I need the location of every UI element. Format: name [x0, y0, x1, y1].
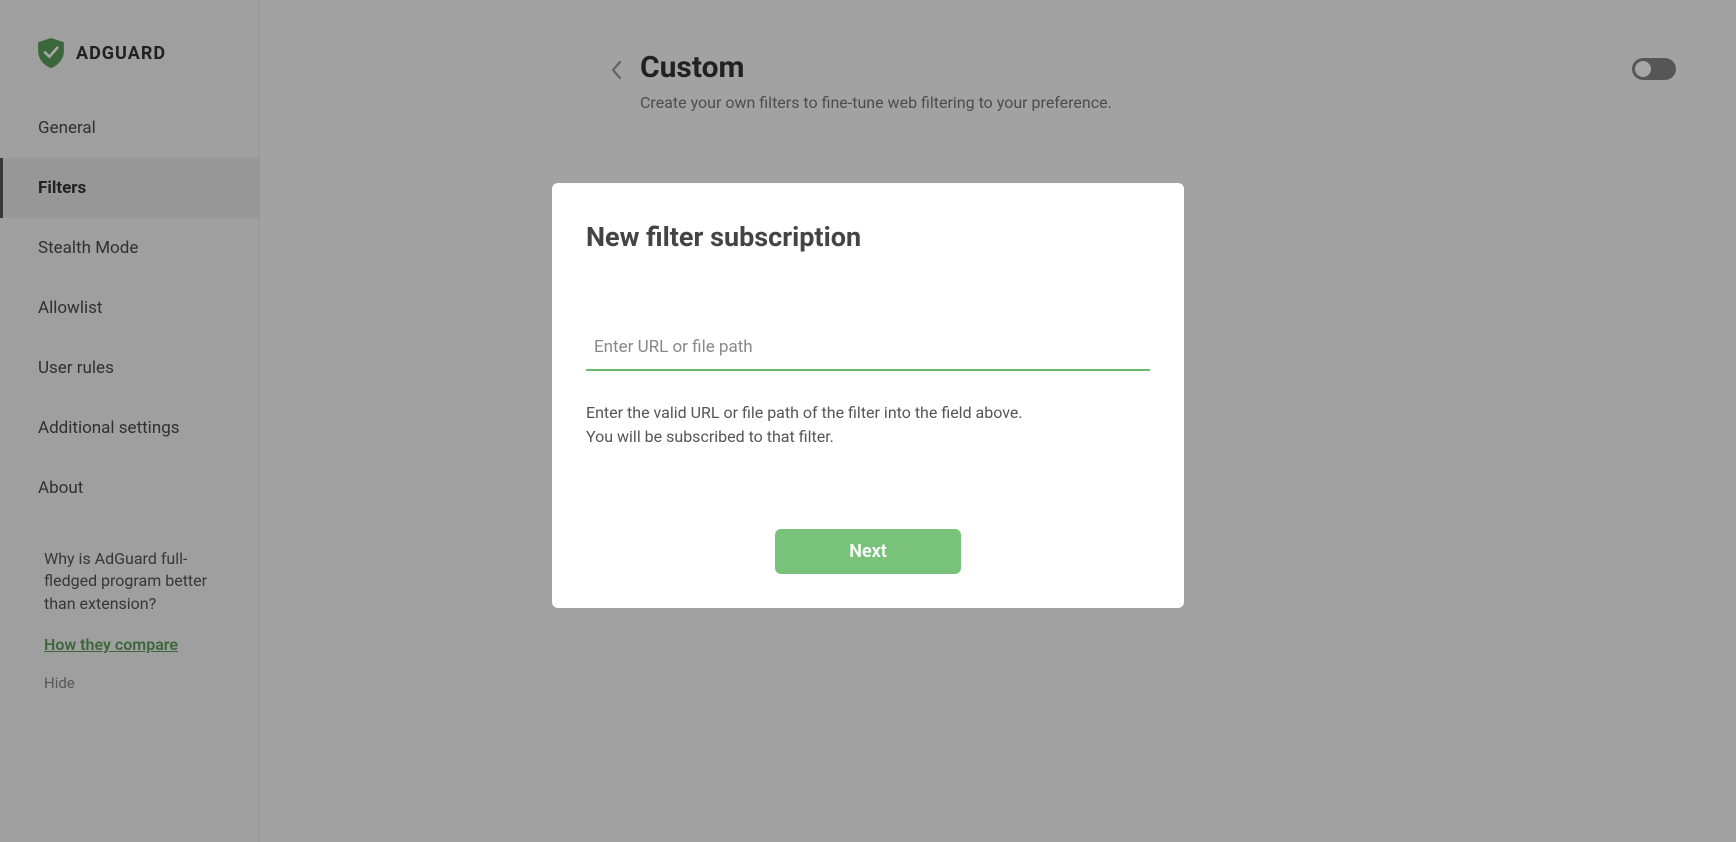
help-line-2: You will be subscribed to that filter. — [586, 425, 1150, 449]
modal-title: New filter subscription — [586, 221, 1150, 253]
filter-url-field-wrapper — [586, 333, 1150, 371]
filter-url-input[interactable] — [586, 333, 1150, 361]
new-filter-subscription-modal: New filter subscription Enter the valid … — [552, 183, 1184, 608]
modal-help-text: Enter the valid URL or file path of the … — [586, 401, 1150, 449]
next-button[interactable]: Next — [775, 529, 961, 574]
modal-actions: Next — [586, 529, 1150, 574]
modal-overlay[interactable]: New filter subscription Enter the valid … — [0, 0, 1736, 842]
help-line-1: Enter the valid URL or file path of the … — [586, 401, 1150, 425]
